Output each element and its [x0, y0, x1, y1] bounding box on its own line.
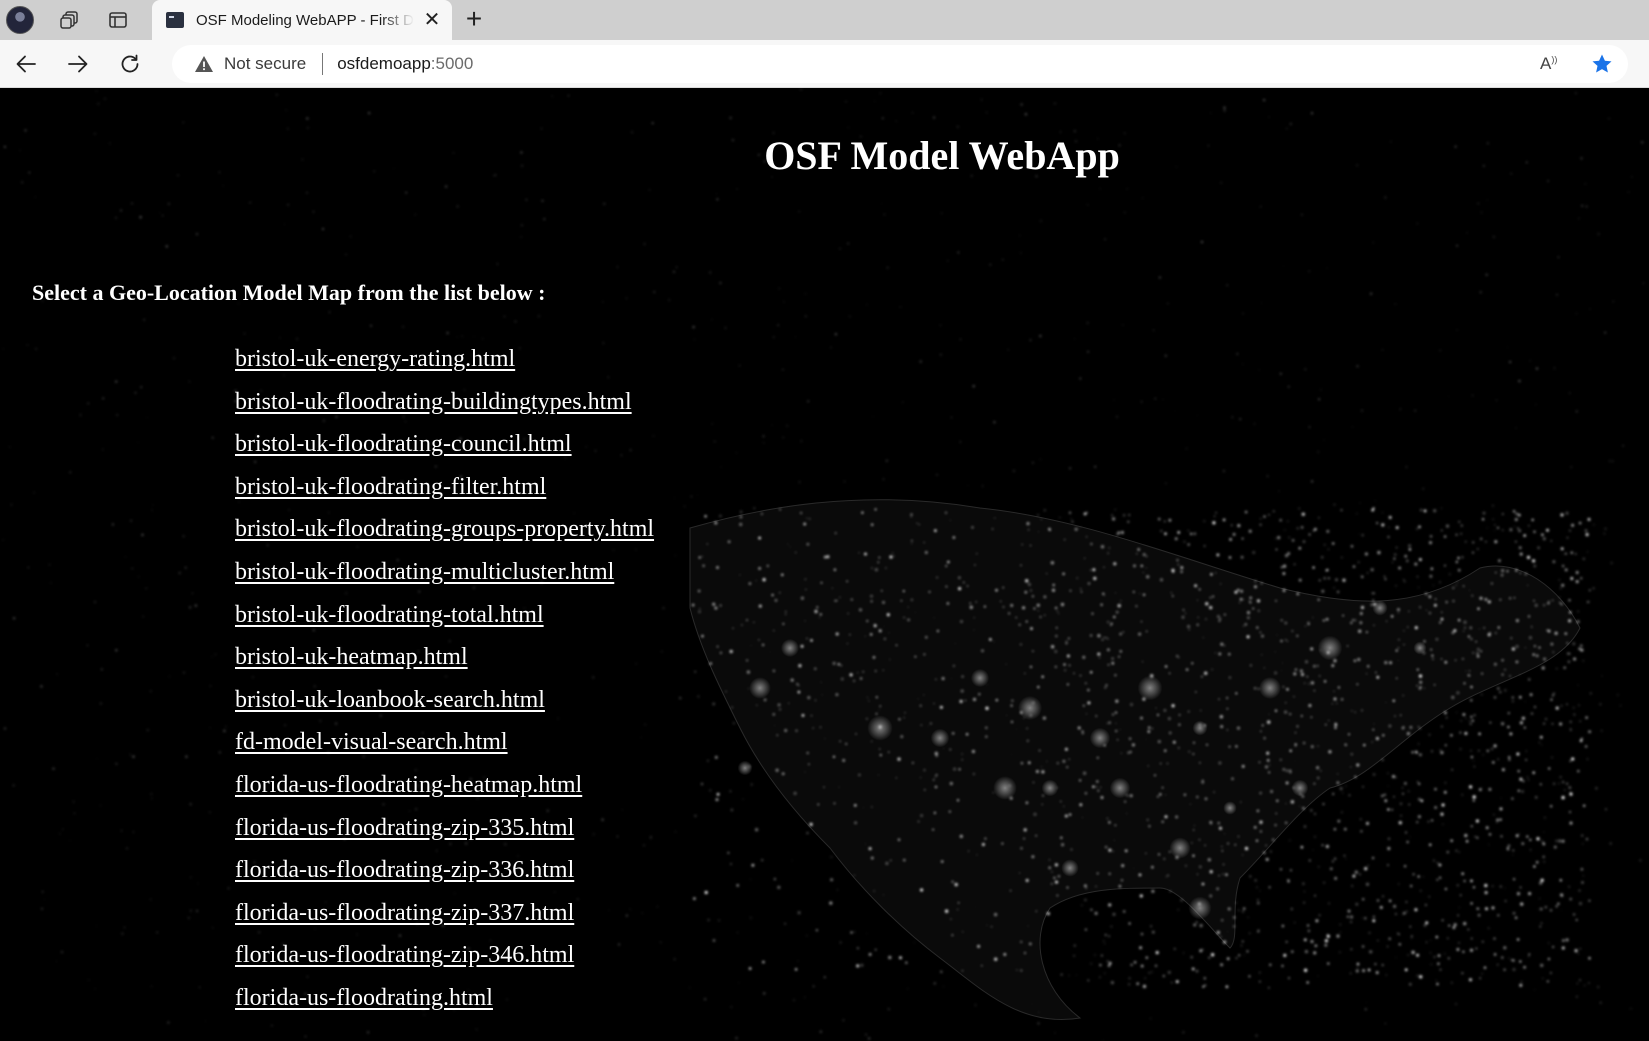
model-map-link[interactable]: florida-us-floodrating-zip-335.html: [235, 815, 574, 841]
model-map-link[interactable]: bristol-uk-floodrating-multicluster.html: [235, 559, 614, 585]
list-item: bristol-uk-heatmap.html: [235, 644, 654, 687]
address-bar[interactable]: Not secure osfdemoapp:5000 A)): [172, 45, 1628, 83]
list-item: bristol-uk-energy-rating.html: [235, 346, 654, 389]
model-map-link[interactable]: bristol-uk-floodrating-total.html: [235, 602, 544, 628]
model-map-link[interactable]: bristol-uk-floodrating-council.html: [235, 431, 572, 457]
model-map-link[interactable]: bristol-uk-floodrating-filter.html: [235, 474, 546, 500]
favorite-star-icon[interactable]: [1590, 52, 1614, 76]
new-tab-button[interactable]: +: [458, 4, 490, 36]
model-map-link[interactable]: florida-us-floodrating-zip-346.html: [235, 942, 574, 968]
model-map-link[interactable]: florida-us-floodrating-heatmap.html: [235, 772, 582, 798]
select-instruction: Select a Geo-Location Model Map from the…: [32, 280, 546, 305]
profile-avatar[interactable]: [6, 6, 34, 34]
model-map-link[interactable]: bristol-uk-heatmap.html: [235, 644, 468, 670]
model-map-link[interactable]: bristol-uk-floodrating-buildingtypes.htm…: [235, 389, 632, 415]
address-divider: [322, 53, 324, 75]
vertical-tabs-icon[interactable]: [100, 4, 136, 36]
list-item: florida-us-floodrating-zip-337.html: [235, 900, 654, 943]
model-map-link[interactable]: florida-us-floodrating-zip-336.html: [235, 857, 574, 883]
page-title: OSF Model WebApp: [764, 133, 1120, 178]
list-item: florida-us-floodrating-zip-335.html: [235, 815, 654, 858]
read-aloud-icon[interactable]: A)): [1540, 54, 1564, 74]
terminal-icon: [166, 12, 184, 28]
warning-icon[interactable]: [194, 54, 214, 74]
url-port: :5000: [430, 54, 474, 73]
model-map-link[interactable]: florida-us-floodrating-zip-337.html: [235, 900, 574, 926]
list-item: bristol-uk-floodrating-multicluster.html: [235, 559, 654, 602]
close-tab-icon[interactable]: ✕: [422, 10, 442, 30]
list-item: bristol-uk-floodrating-buildingtypes.htm…: [235, 389, 654, 432]
list-item: fd-model-visual-search.html: [235, 729, 654, 772]
workspaces-icon[interactable]: [52, 4, 88, 36]
security-status[interactable]: Not secure: [224, 54, 306, 74]
model-map-link[interactable]: bristol-uk-energy-rating.html: [235, 346, 515, 372]
list-item: florida-us-floodrating-zip-346.html: [235, 942, 654, 985]
tab-title: OSF Modeling WebAPP - First Demo: [196, 11, 414, 29]
url-text[interactable]: osfdemoapp:5000: [337, 54, 473, 74]
url-host: osfdemoapp: [337, 54, 431, 73]
browser-tab-strip: OSF Modeling WebAPP - First Demo ✕ +: [0, 0, 1649, 40]
model-map-link[interactable]: bristol-uk-loanbook-search.html: [235, 687, 545, 713]
model-map-link[interactable]: bristol-uk-floodrating-groups-property.h…: [235, 516, 654, 542]
list-item: bristol-uk-floodrating-groups-property.h…: [235, 516, 654, 559]
list-item: florida-us-floodrating.html: [235, 985, 654, 1028]
list-item: bristol-uk-floodrating-total.html: [235, 602, 654, 645]
browser-toolbar: Not secure osfdemoapp:5000 A)): [0, 40, 1649, 88]
tab-active[interactable]: OSF Modeling WebAPP - First Demo ✕: [152, 0, 452, 40]
model-map-link[interactable]: fd-model-visual-search.html: [235, 729, 508, 755]
model-map-link[interactable]: florida-us-floodrating.html: [235, 985, 493, 1011]
back-icon[interactable]: [10, 48, 42, 80]
north-america-outline: [689, 499, 1581, 1020]
list-item: bristol-uk-floodrating-council.html: [235, 431, 654, 474]
forward-icon[interactable]: [62, 48, 94, 80]
list-item: florida-us-floodrating-zip-336.html: [235, 857, 654, 900]
list-item: florida-us-floodrating-heatmap.html: [235, 772, 654, 815]
model-map-list: bristol-uk-energy-rating.html bristol-uk-…: [235, 346, 654, 1028]
refresh-icon[interactable]: [114, 48, 146, 80]
list-item: bristol-uk-floodrating-filter.html: [235, 474, 654, 517]
page-viewport: OSF Model WebApp Select a Geo-Location M…: [0, 88, 1649, 1041]
list-item: bristol-uk-loanbook-search.html: [235, 687, 654, 730]
read-aloud-glyph: A: [1540, 54, 1552, 73]
